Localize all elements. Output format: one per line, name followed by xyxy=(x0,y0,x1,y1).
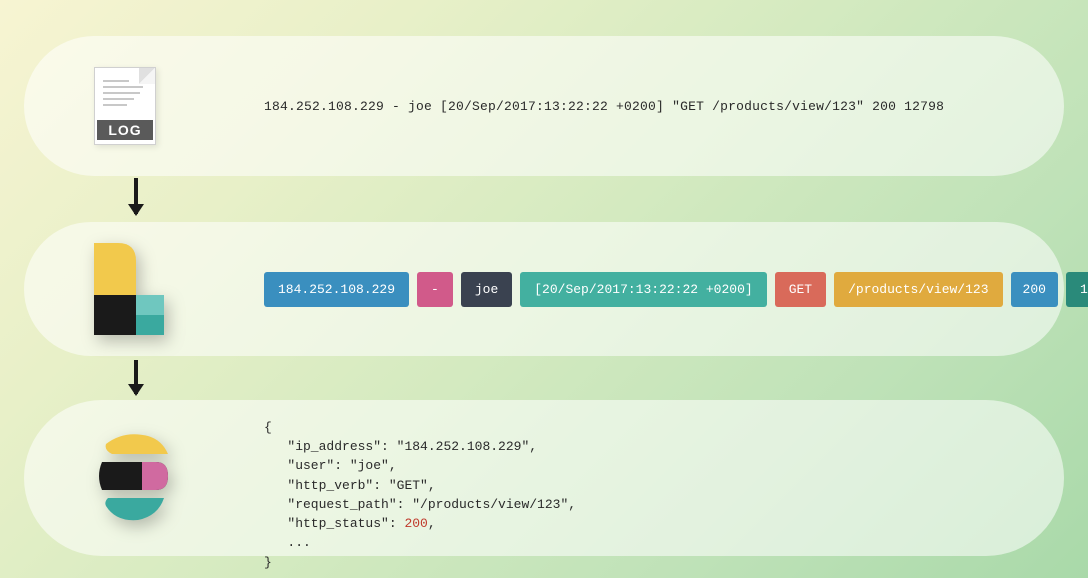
token-dash: - xyxy=(417,272,453,307)
token-status: 200 xyxy=(1011,272,1058,307)
json-output: { "ip_address": "184.252.108.229", "user… xyxy=(264,400,1024,572)
json-panel: { "ip_address": "184.252.108.229", "user… xyxy=(24,400,1064,556)
log-badge-label: LOG xyxy=(97,120,153,140)
token-row: 184.252.108.229 - joe [20/Sep/2017:13:22… xyxy=(264,272,1088,307)
token-path: /products/view/123 xyxy=(834,272,1002,307)
json-brace-open: { xyxy=(264,418,1024,437)
json-brace-close: } xyxy=(264,553,1024,572)
elasticsearch-icon xyxy=(94,432,214,524)
token-bytes: 12798 xyxy=(1066,272,1088,307)
tokenized-panel: 184.252.108.229 - joe [20/Sep/2017:13:22… xyxy=(24,222,1064,356)
raw-log-panel: LOG 184.252.108.229 - joe [20/Sep/2017:1… xyxy=(24,36,1064,176)
token-verb: GET xyxy=(775,272,826,307)
arrow-down-icon xyxy=(134,178,138,214)
token-user: joe xyxy=(461,272,512,307)
arrow-down-icon xyxy=(134,360,138,394)
logstash-icon xyxy=(94,243,214,335)
token-ip: 184.252.108.229 xyxy=(264,272,409,307)
raw-log-line: 184.252.108.229 - joe [20/Sep/2017:13:22… xyxy=(264,99,1024,114)
log-file-icon: LOG xyxy=(94,67,214,145)
token-timestamp: [20/Sep/2017:13:22:22 +0200] xyxy=(520,272,766,307)
